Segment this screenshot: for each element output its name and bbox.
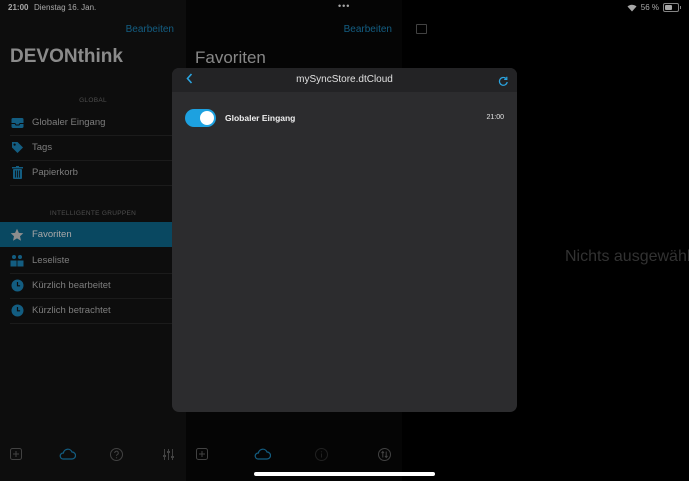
sync-toggle[interactable] (185, 109, 216, 127)
refresh-icon[interactable] (498, 74, 509, 92)
toggle-knob (200, 111, 214, 125)
sync-item-time: 21:00 (486, 114, 504, 121)
modal-title: mySyncStore.dtCloud (296, 74, 393, 85)
sync-item-label: Globaler Eingang (225, 113, 296, 123)
home-indicator[interactable] (254, 472, 435, 476)
sync-store-modal: mySyncStore.dtCloud Globaler Eingang 21:… (172, 68, 517, 412)
